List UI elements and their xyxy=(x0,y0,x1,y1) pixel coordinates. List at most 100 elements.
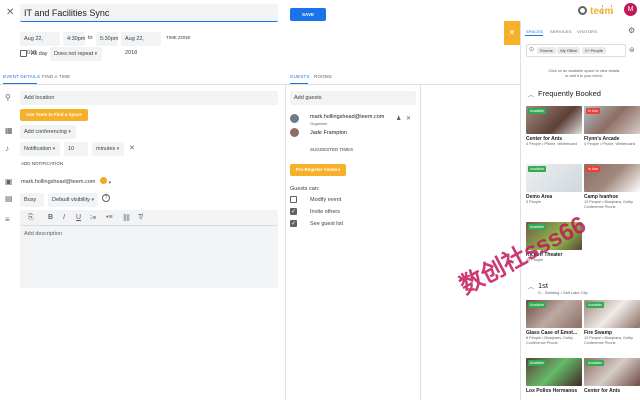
teem-collapse-button[interactable]: ✕ xyxy=(504,21,520,45)
avatar[interactable]: M xyxy=(624,3,637,16)
visibility-select[interactable]: Default visibility ▾ xyxy=(48,193,98,207)
dropdown-arrow-icon: ▾ xyxy=(116,146,120,152)
end-date-field[interactable]: Aug 22, 2018 xyxy=(121,32,161,56)
repeat-select[interactable]: Does not repeat ▾ xyxy=(50,47,102,61)
space-card[interactable]: Available Center for Ants 4 People • Pho… xyxy=(526,106,582,147)
calendar-owner: mark.hollingshead@teem.com xyxy=(21,179,96,185)
notification-value-input[interactable]: 10 xyxy=(64,142,88,156)
tab-guests[interactable]: GUESTS xyxy=(290,74,310,79)
start-date-field[interactable]: Aug 22, 2018 xyxy=(20,32,60,56)
teem-tab-services[interactable]: SERVICES xyxy=(550,29,572,34)
status-badge: Available xyxy=(528,166,547,172)
notification-type-value: Notification xyxy=(24,146,52,152)
space-photo: Available xyxy=(584,358,640,386)
status-badge: In Use xyxy=(586,108,601,114)
link-icon[interactable]: ⛓ xyxy=(122,214,131,222)
busy-select[interactable]: Busy ▾ xyxy=(20,193,44,217)
guest-name: mark.hollingshead@teem.com xyxy=(310,114,385,120)
space-card[interactable]: Available Demo Area 5 People xyxy=(526,164,582,205)
filter-chip[interactable]: My Office xyxy=(557,47,581,54)
dropdown-arrow-icon: ▾ xyxy=(108,180,112,186)
suggested-times-link[interactable]: SUGGESTED TIMES xyxy=(310,147,353,152)
italic-icon[interactable]: I xyxy=(63,214,65,221)
tab-rooms[interactable]: ROOMS xyxy=(314,74,332,79)
visibility-value: Default visibility xyxy=(52,197,90,203)
teem-settings-icon[interactable]: ⚙ xyxy=(628,26,635,35)
calendar-color-picker[interactable]: ▾ xyxy=(100,177,111,186)
guest-avatar xyxy=(290,128,299,137)
remove-notification-icon[interactable]: ✕ xyxy=(129,144,135,152)
numbered-list-icon[interactable]: ⁝≡ xyxy=(90,214,96,222)
space-card[interactable]: Available Glass Case of Emot... 8 People… xyxy=(526,300,582,346)
save-button[interactable]: SAVE xyxy=(290,8,326,21)
floor-subtitle: S... Building • Salt Lake City xyxy=(538,290,588,295)
preregister-visitors-button[interactable]: Pre-Register Visitors xyxy=(290,164,346,176)
teem-hint: Click on an available space to view deta… xyxy=(548,69,620,78)
floor-title: 1st xyxy=(538,281,549,290)
tab-find-a-time[interactable]: FIND A TIME xyxy=(42,74,70,79)
permission-checkbox[interactable] xyxy=(290,196,297,205)
settings-icon[interactable] xyxy=(578,6,587,15)
add-notification-link[interactable]: ADD NOTIFICATION xyxy=(21,161,63,166)
timezone-link[interactable]: TIME ZONE xyxy=(166,35,191,40)
teem-tab-visitors[interactable]: VISITORS xyxy=(577,29,597,34)
dropdown-arrow-icon: ▾ xyxy=(52,146,56,152)
bold-icon[interactable]: B xyxy=(48,214,53,221)
attach-icon[interactable]: ⎘ xyxy=(28,214,34,222)
bulleted-list-icon[interactable]: •≡ xyxy=(106,214,113,221)
space-meta: 4 People • Phone, Whiteboard xyxy=(526,142,577,146)
calendar-icon: ▣ xyxy=(5,177,13,186)
filter-chip[interactable]: Rooms xyxy=(537,47,556,54)
add-guests-input[interactable]: Add guests xyxy=(290,91,416,105)
repeat-value: Does not repeat xyxy=(54,51,94,57)
filter-chip[interactable]: 2+ People xyxy=(581,47,606,54)
collapse-section-icon[interactable]: ︿ xyxy=(528,282,534,291)
end-time-field[interactable]: 5:30pm xyxy=(96,32,118,46)
space-photo: Available xyxy=(526,106,582,134)
start-time-field[interactable]: 4:30pm xyxy=(63,32,85,46)
space-meta: 12 People • Bluejeans, Dolby Conference … xyxy=(584,336,634,345)
space-card[interactable]: Available Fire Swamp 12 People • Bluejea… xyxy=(584,300,640,346)
tabs-divider xyxy=(0,84,520,85)
teem-tab-spaces[interactable]: SPACES xyxy=(526,29,543,34)
clear-format-icon[interactable]: T̸ xyxy=(138,214,142,221)
filter-options-icon[interactable]: ⊜ xyxy=(629,46,635,54)
status-badge: Available xyxy=(528,108,547,114)
tab-guests-underline xyxy=(290,83,308,84)
notification-type-select[interactable]: Notification ▾ xyxy=(20,142,60,156)
space-meta: 8 People • Bluejeans, Dolby Conference P… xyxy=(526,336,573,345)
allday-checkbox[interactable] xyxy=(20,50,27,59)
event-title-input[interactable]: IT and Facilities Sync xyxy=(20,4,278,22)
teem-find-space-button[interactable]: Use Teem to Find a Space xyxy=(20,109,88,121)
space-card[interactable]: In Use Flynn's Arcade 4 People • Phone, … xyxy=(584,106,640,147)
guest-role: Organizer xyxy=(310,121,328,126)
permission-label: Invite others xyxy=(310,209,340,215)
tab-event-details[interactable]: EVENT DETAILS xyxy=(3,74,40,79)
permission-label: See guest list xyxy=(310,221,344,227)
notification-unit-select[interactable]: minutes ▾ xyxy=(92,142,124,156)
remove-guest-icon[interactable]: ✕ xyxy=(406,115,411,122)
briefcase-icon: ▤ xyxy=(5,194,13,203)
close-icon[interactable]: ✕ xyxy=(6,7,14,18)
filter-search-icon: ⊙ xyxy=(529,47,535,53)
conferencing-select[interactable]: Add conferencing ▾ xyxy=(20,125,76,139)
dropdown-arrow-icon: ▾ xyxy=(68,129,71,135)
space-card[interactable]: In Use Camp Ivanhoe 12 People • Bluejean… xyxy=(584,164,640,210)
collapse-section-icon[interactable]: ︿ xyxy=(528,90,534,99)
column-divider-2 xyxy=(420,84,421,400)
teem-tab-underline xyxy=(525,35,543,36)
location-input[interactable]: Add location xyxy=(20,91,278,105)
permission-checkbox[interactable] xyxy=(290,208,297,215)
description-input[interactable]: Add description xyxy=(20,226,278,288)
space-card[interactable]: Available Center for Ants xyxy=(584,358,640,394)
space-card[interactable]: Available Los Pollos Hermanos xyxy=(526,358,582,394)
space-photo: Available xyxy=(584,300,640,328)
teem-filter-bar[interactable]: ⊙ Rooms My Office 2+ People xyxy=(526,44,626,57)
help-icon[interactable]: ? xyxy=(102,194,110,202)
status-badge: Available xyxy=(528,302,547,308)
underline-icon[interactable]: U xyxy=(76,214,81,221)
space-photo: Available xyxy=(526,300,582,328)
to-label: to xyxy=(88,35,93,41)
guest-avatar xyxy=(290,114,299,123)
permission-checkbox[interactable] xyxy=(290,220,297,227)
